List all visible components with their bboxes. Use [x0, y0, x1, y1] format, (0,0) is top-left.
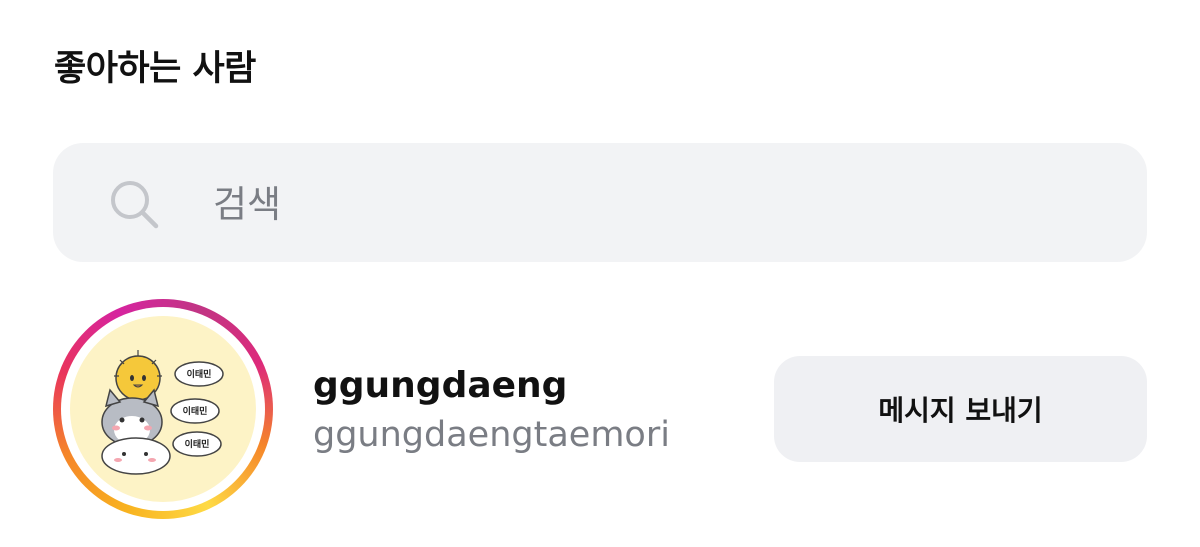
- avatar[interactable]: 이태민 이태민 이태민: [70, 316, 256, 502]
- avatar-sticker-image: 이태민 이태민 이태민: [101, 350, 224, 475]
- page-title: 좋아하는 사람: [54, 49, 256, 89]
- search-icon: [111, 181, 159, 229]
- username[interactable]: ggungdaeng: [313, 365, 567, 406]
- liked-by-page: 좋아하는 사람 검색 이태민 이태민 이태민 ggungdaeng ggungd…: [0, 0, 1200, 547]
- avatar-bubble-text-2: 이태민: [183, 405, 208, 417]
- search-input[interactable]: [213, 176, 1093, 232]
- full-name: ggungdaengtaemori: [313, 415, 670, 455]
- avatar-bubble-text-3: 이태민: [185, 438, 210, 450]
- avatar-bubble-text-1: 이태민: [187, 368, 212, 380]
- send-message-button[interactable]: 메시지 보내기: [774, 356, 1147, 462]
